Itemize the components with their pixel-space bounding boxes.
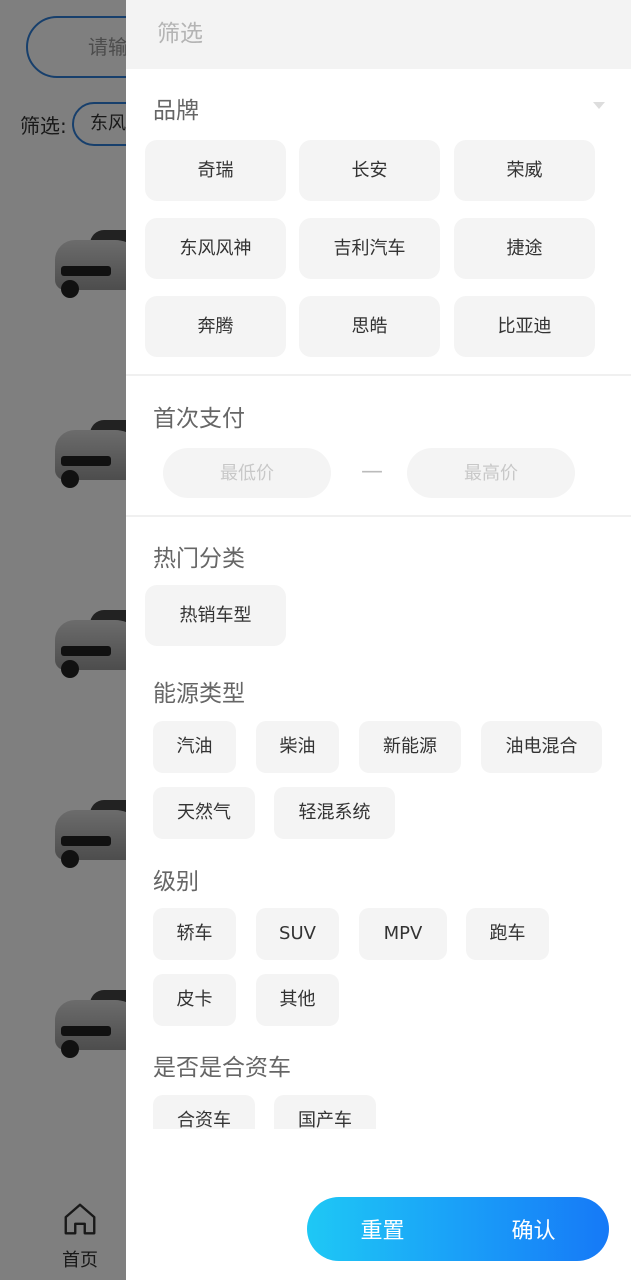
energy-type-option[interactable]: 新能源 bbox=[359, 721, 461, 773]
drawer-title: 筛选 bbox=[126, 0, 631, 69]
footer-action-group: 重置 确认 bbox=[307, 1197, 609, 1261]
brand-section-title: 品牌 bbox=[153, 98, 199, 124]
energy-type-option[interactable]: 油电混合 bbox=[481, 721, 602, 773]
level-option[interactable]: 其他 bbox=[256, 974, 339, 1026]
brand-option[interactable]: 奔腾 bbox=[145, 296, 286, 357]
brand-option[interactable]: 吉利汽车 bbox=[299, 218, 440, 279]
brand-option[interactable]: 长安 bbox=[299, 140, 440, 201]
down-payment-section-title: 首次支付 bbox=[153, 406, 245, 432]
hot-category-option[interactable]: 热销车型 bbox=[145, 585, 286, 646]
level-option[interactable]: 跑车 bbox=[466, 908, 549, 960]
min-price-input[interactable] bbox=[163, 448, 331, 498]
hot-category-section-title: 热门分类 bbox=[153, 546, 245, 572]
energy-type-option[interactable]: 汽油 bbox=[153, 721, 236, 773]
energy-type-section-title: 能源类型 bbox=[153, 681, 245, 707]
price-range-separator: — bbox=[361, 459, 383, 484]
level-option[interactable]: MPV bbox=[359, 908, 447, 960]
level-option[interactable]: 皮卡 bbox=[153, 974, 236, 1026]
max-price-input[interactable] bbox=[407, 448, 575, 498]
chevron-down-icon[interactable] bbox=[593, 102, 605, 109]
brand-option[interactable]: 比亚迪 bbox=[454, 296, 595, 357]
reset-button[interactable]: 重置 bbox=[307, 1197, 458, 1261]
energy-type-option[interactable]: 轻混系统 bbox=[274, 787, 395, 839]
joint-venture-option[interactable]: 合资车 bbox=[153, 1095, 255, 1129]
filter-drawer: 筛选 品牌 奇瑞 长安 荣威 东风风神 吉利汽车 捷途 奔腾 思皓 比亚迪 首次… bbox=[126, 0, 631, 1280]
filter-scroll-area[interactable]: 品牌 奇瑞 长安 荣威 东风风神 吉利汽车 捷途 奔腾 思皓 比亚迪 首次支付 … bbox=[126, 69, 631, 1129]
energy-type-option[interactable]: 天然气 bbox=[153, 787, 255, 839]
brand-option[interactable]: 荣威 bbox=[454, 140, 595, 201]
level-section-title: 级别 bbox=[153, 869, 199, 895]
section-divider bbox=[126, 374, 631, 376]
section-divider bbox=[126, 515, 631, 517]
level-option[interactable]: 轿车 bbox=[153, 908, 236, 960]
brand-option[interactable]: 思皓 bbox=[299, 296, 440, 357]
confirm-button[interactable]: 确认 bbox=[458, 1197, 609, 1261]
level-option[interactable]: SUV bbox=[256, 908, 339, 960]
joint-venture-section-title: 是否是合资车 bbox=[153, 1055, 291, 1081]
joint-venture-option[interactable]: 国产车 bbox=[274, 1095, 376, 1129]
brand-option[interactable]: 奇瑞 bbox=[145, 140, 286, 201]
brand-option[interactable]: 东风风神 bbox=[145, 218, 286, 279]
brand-option[interactable]: 捷途 bbox=[454, 218, 595, 279]
energy-type-option[interactable]: 柴油 bbox=[256, 721, 339, 773]
